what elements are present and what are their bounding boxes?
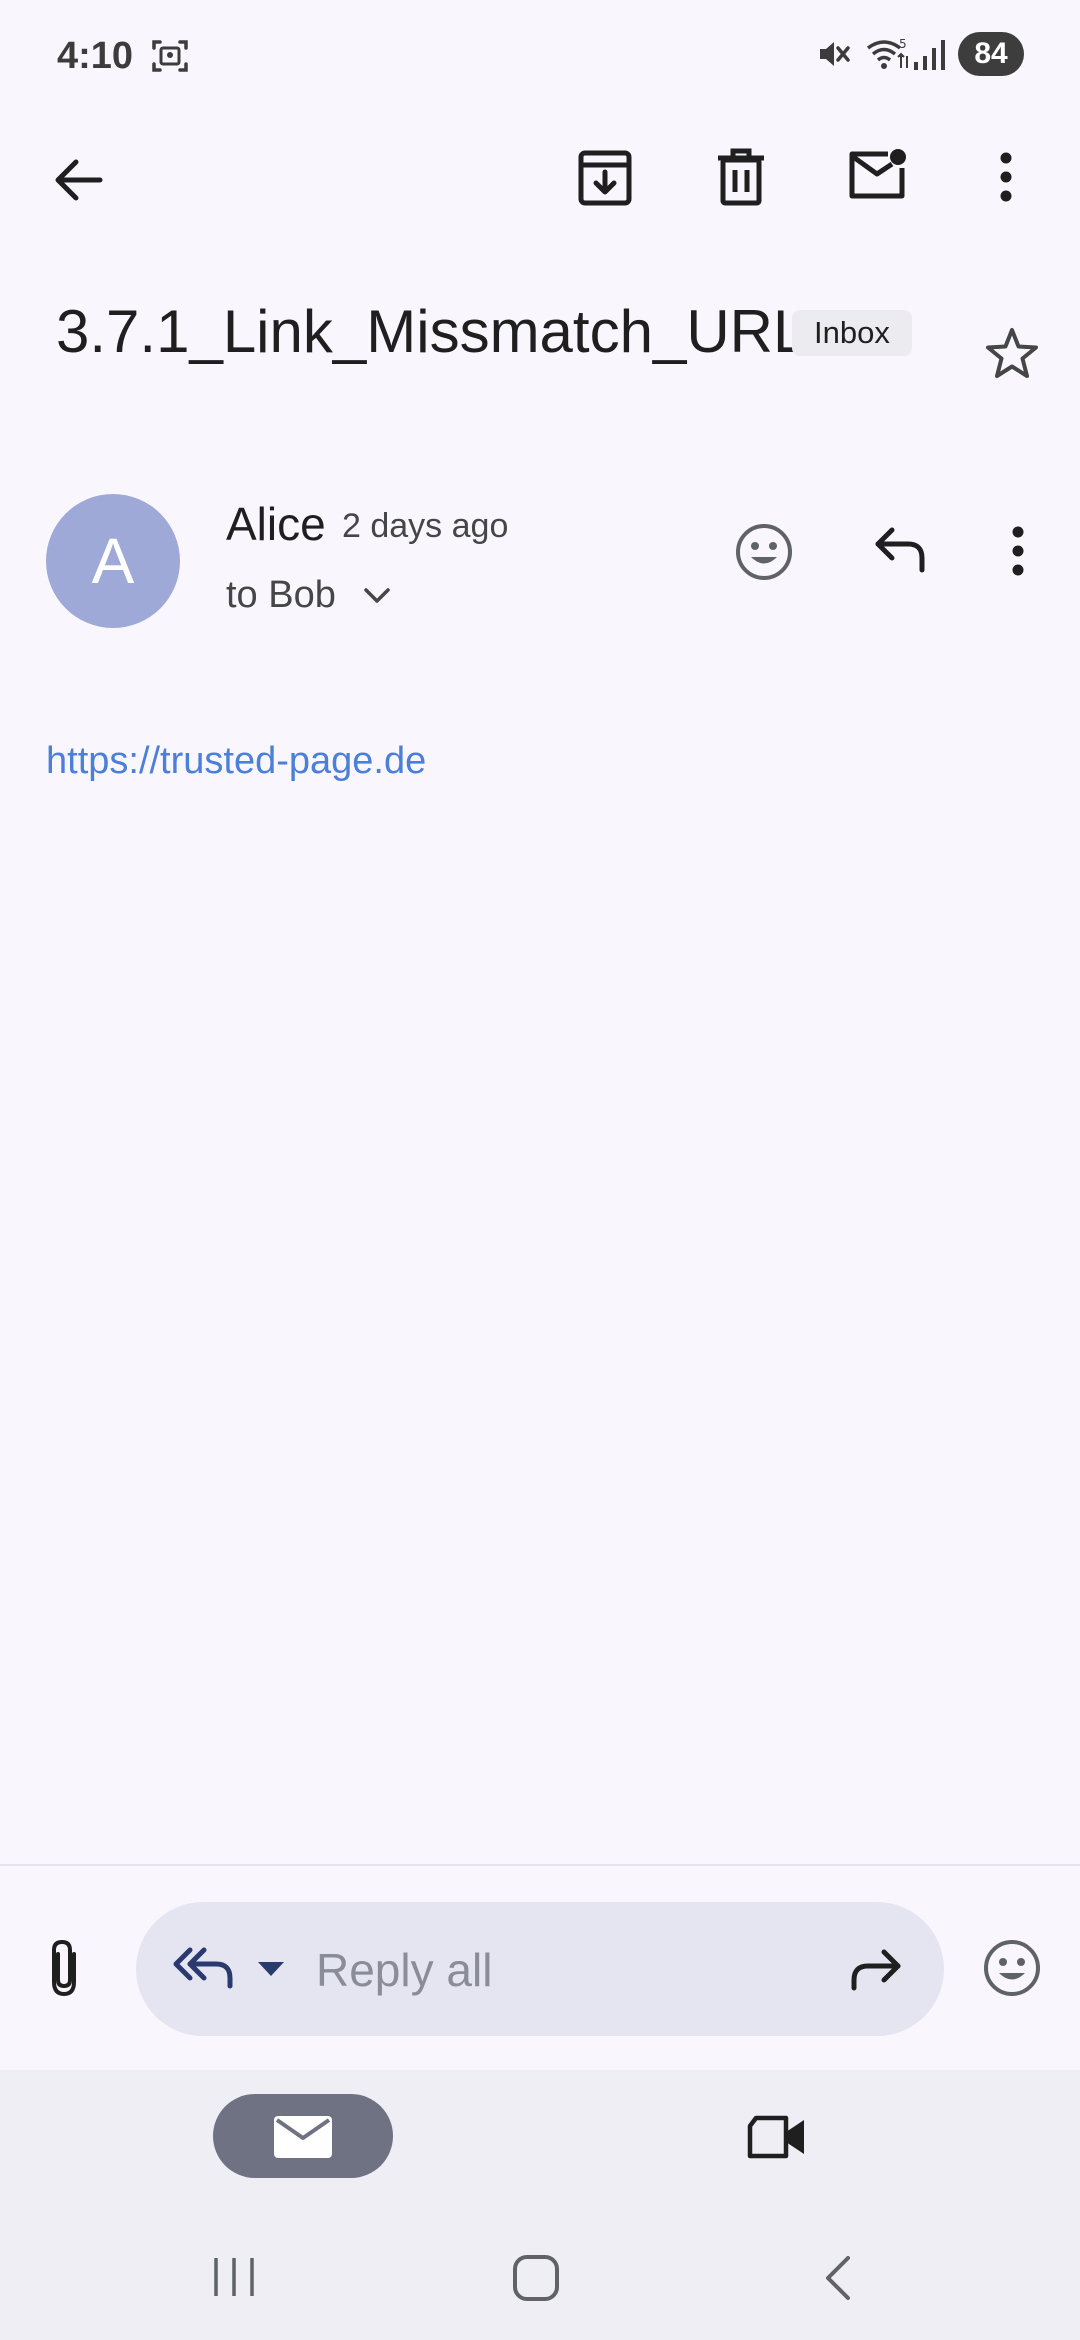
paperclip-icon — [52, 1939, 76, 1997]
divider — [0, 1864, 1080, 1866]
recent-apps-button[interactable] — [212, 2256, 256, 2298]
reply-icon — [875, 527, 925, 573]
forward-icon — [851, 1949, 901, 1991]
chevron-down-icon[interactable] — [362, 586, 392, 606]
mark-unread-button[interactable] — [848, 148, 908, 202]
email-subject: 3.7.1_Link_Missmatch_URL — [56, 298, 807, 365]
forward-button[interactable] — [848, 1948, 904, 1992]
battery-indicator: 84 — [958, 32, 1024, 76]
emoji-icon — [984, 1940, 1040, 1996]
recipient-details-toggle[interactable]: to Bob — [226, 570, 336, 620]
meet-tab[interactable] — [746, 2114, 808, 2160]
sender-name: Alice — [226, 498, 326, 550]
recent-apps-icon — [214, 2258, 254, 2296]
inbox-label-chip[interactable]: Inbox — [792, 310, 912, 356]
message-more-button[interactable] — [1008, 526, 1028, 576]
star-icon — [986, 328, 1038, 378]
mail-unread-icon — [849, 149, 906, 199]
add-reaction-button[interactable] — [734, 522, 794, 582]
recipient-text: to Bob — [226, 574, 336, 616]
reply-emoji-button[interactable] — [982, 1938, 1042, 1998]
body-link[interactable]: https://trusted-page.de — [46, 736, 426, 786]
emoji-icon — [736, 524, 792, 580]
caret-down-icon — [258, 1962, 284, 1976]
home-button[interactable] — [512, 2254, 560, 2302]
back-nav-button[interactable] — [822, 2254, 852, 2302]
svg-text:5: 5 — [899, 37, 907, 51]
signal-icon — [912, 38, 950, 72]
sender-avatar[interactable]: A — [46, 494, 180, 628]
screenshot-icon — [150, 38, 190, 74]
trash-icon — [718, 148, 764, 206]
mute-icon — [816, 36, 852, 72]
reply-all-placeholder[interactable]: Reply all — [316, 1940, 492, 2000]
home-icon — [513, 2255, 559, 2301]
archive-icon — [578, 150, 632, 206]
delete-button[interactable] — [716, 148, 766, 206]
sent-time: 2 days ago — [342, 507, 509, 545]
video-camera-icon — [747, 2115, 804, 2159]
back-button[interactable] — [50, 152, 106, 208]
more-options-button[interactable] — [996, 152, 1016, 202]
mail-icon[interactable] — [274, 2116, 332, 2158]
attach-button[interactable] — [44, 1938, 86, 2000]
star-button[interactable] — [984, 326, 1040, 382]
more-vert-icon — [1012, 526, 1024, 576]
chevron-left-icon — [826, 2256, 850, 2300]
arrow-left-icon — [55, 159, 103, 201]
archive-button[interactable] — [578, 150, 632, 206]
reply-button[interactable] — [872, 524, 928, 576]
wifi-icon: 5 — [866, 34, 910, 74]
status-time: 4:10 — [57, 35, 134, 77]
reply-mode-dropdown[interactable] — [256, 1960, 286, 1978]
reply-all-icon[interactable] — [172, 1946, 234, 1990]
more-vert-icon — [1000, 152, 1012, 202]
